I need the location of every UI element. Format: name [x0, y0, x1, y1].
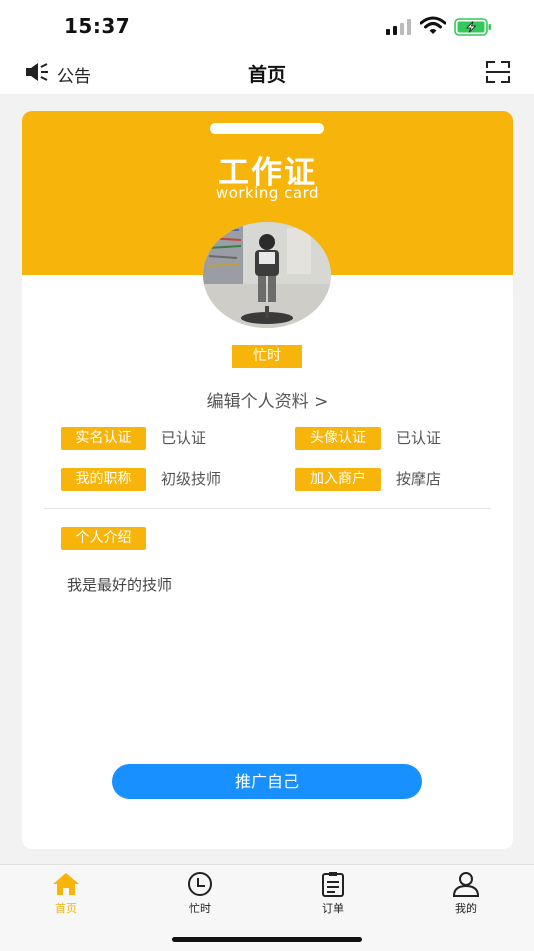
card-subtitle: working card — [215, 184, 320, 202]
tab-home[interactable]: 首页 — [16, 871, 116, 923]
tab-orders[interactable]: 订单 — [283, 871, 383, 923]
personal-intro-text: 我是最好的技师 — [67, 576, 173, 594]
my-title-value: 初级技师 — [161, 470, 222, 488]
status-bar: 15:37 — [0, 0, 534, 50]
real-name-verification-value: 已认证 — [161, 429, 207, 447]
nav-bar: 公告 首页 — [0, 50, 534, 94]
tab-label: 我的 — [455, 902, 477, 915]
cellular-signal-icon — [386, 19, 411, 35]
joined-merchant-value: 按摩店 — [396, 470, 442, 488]
clipboard-icon — [322, 872, 344, 897]
home-icon — [53, 873, 79, 895]
clock-icon — [188, 872, 212, 896]
tag-avatar-verification: 头像认证 — [295, 427, 381, 450]
lanyard-slot — [210, 123, 324, 134]
home-indicator — [172, 937, 362, 942]
tab-label: 首页 — [55, 902, 77, 915]
promote-self-button[interactable]: 推广自己 — [112, 764, 422, 799]
tag-joined-merchant: 加入商户 — [295, 468, 381, 491]
status-time: 15:37 — [64, 14, 131, 38]
avatar[interactable] — [203, 222, 331, 328]
wifi-icon — [420, 16, 446, 34]
tab-busy[interactable]: 忙时 — [150, 871, 250, 923]
avatar-verification-value: 已认证 — [396, 429, 442, 447]
avatar-photo — [203, 222, 331, 328]
tag-real-name-verification: 实名认证 — [61, 427, 146, 450]
scan-icon[interactable] — [486, 60, 510, 84]
user-icon — [452, 872, 480, 897]
tab-label: 忙时 — [189, 902, 211, 915]
tag-personal-intro: 个人介绍 — [61, 527, 146, 550]
tag-my-title: 我的职称 — [61, 468, 146, 491]
work-card: 工作证 working card 忙时 编辑个人资料 > 实名认证 已认证 头像… — [22, 111, 513, 849]
battery-charging-icon — [454, 18, 491, 36]
page-title: 首页 — [247, 64, 286, 86]
tab-label: 订单 — [322, 902, 344, 915]
divider — [44, 508, 491, 509]
status-badge: 忙时 — [232, 345, 302, 368]
tab-mine[interactable]: 我的 — [416, 871, 516, 923]
edit-profile-link[interactable]: 编辑个人资料 > — [22, 387, 513, 412]
